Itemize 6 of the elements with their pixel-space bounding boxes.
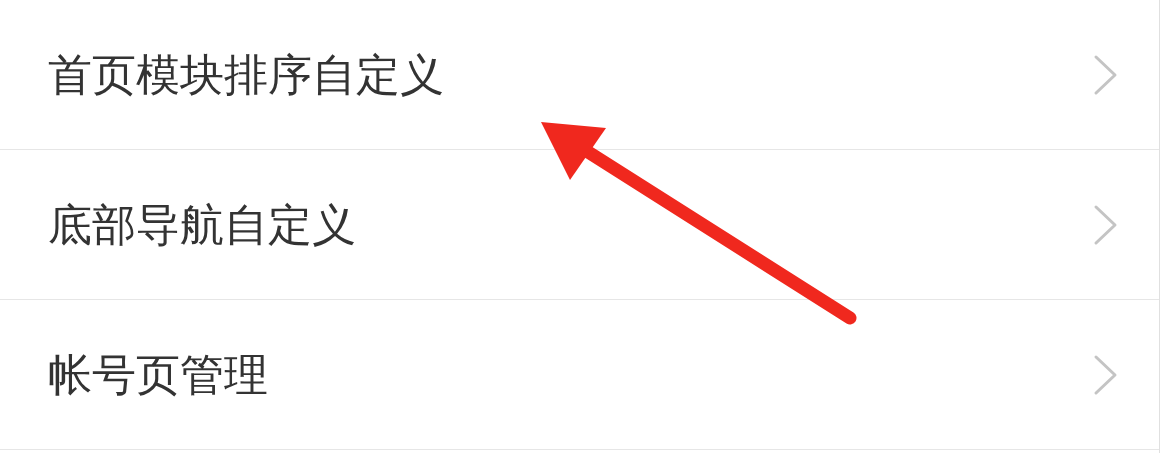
chevron-right-icon — [1093, 53, 1119, 96]
row-label: 首页模块排序自定义 — [48, 47, 444, 102]
row-label: 帐号页管理 — [48, 347, 268, 402]
row-label: 底部导航自定义 — [48, 197, 356, 252]
chevron-right-icon — [1093, 353, 1119, 396]
chevron-right-icon — [1093, 203, 1119, 246]
